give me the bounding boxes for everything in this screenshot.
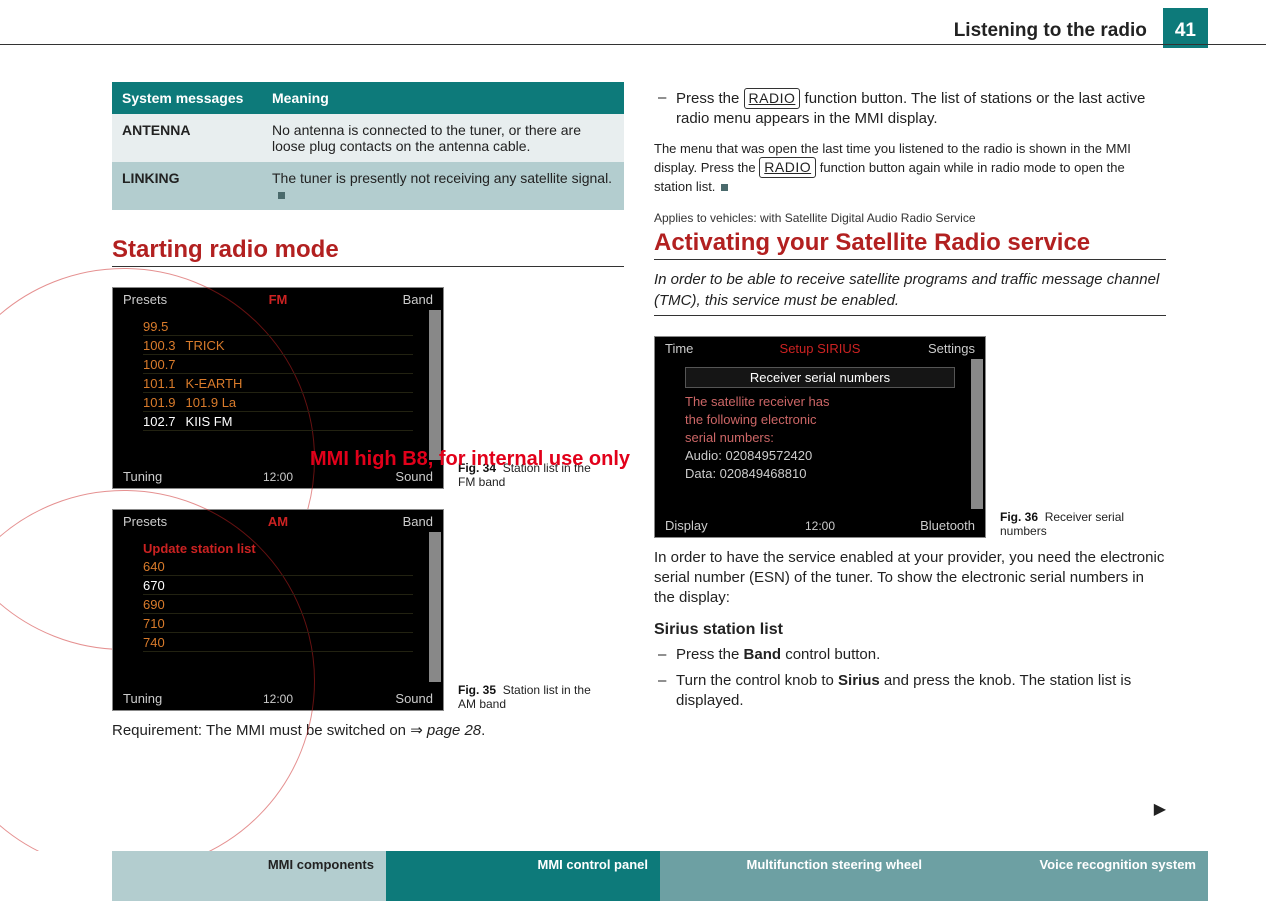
tab-mmi-components[interactable]: MMI components bbox=[112, 851, 386, 901]
table-row: LINKING The tuner is presently not recei… bbox=[112, 162, 624, 210]
section-intro: In order to be able to receive satellite… bbox=[654, 270, 1166, 316]
mmi-clock: 12:00 bbox=[113, 692, 443, 706]
fig36-screenshot: Time Setup SIRIUS Settings Display 12:00… bbox=[654, 336, 986, 538]
mmi-corner-settings: Settings bbox=[928, 341, 975, 356]
fig34-caption: Fig. 34 Station list in the FM band bbox=[458, 461, 608, 489]
system-messages-table: System mes­sages Meaning ANTENNA No ante… bbox=[112, 82, 624, 210]
mmi-band-label: FM bbox=[113, 292, 443, 307]
fig34-screenshot: Presets FM Band Tuning 12:00 Sound 99.5 … bbox=[112, 287, 444, 489]
instruction-item: Turn the control knob to Sirius and pres… bbox=[654, 671, 1166, 712]
subheading-sirius-station-list: Sirius station list bbox=[654, 621, 1166, 639]
mmi-dialog-title: Receiver serial numbers bbox=[685, 367, 955, 388]
continue-arrow-icon: ▶ bbox=[1154, 799, 1166, 819]
image-ref-tag bbox=[429, 310, 441, 460]
table-row-meaning: The tuner is presently not receiving any… bbox=[262, 162, 624, 210]
table-header-sysmsg: System mes­sages bbox=[112, 82, 262, 114]
left-column: System mes­sages Meaning ANTENNA No ante… bbox=[112, 82, 624, 819]
mmi-corner-bluetooth: Bluetooth bbox=[920, 518, 975, 533]
fig35-caption: Fig. 35 Station list in the AM band bbox=[458, 683, 608, 711]
mmi-corner-band: Band bbox=[403, 514, 433, 529]
right-column: Press the RADIO function button. The lis… bbox=[654, 82, 1166, 819]
tab-voice-recognition[interactable]: Voice recognition system bbox=[934, 851, 1208, 901]
instruction-item: Press the Band control button. bbox=[654, 645, 1166, 665]
tab-multifunction-wheel[interactable]: Multifunction steering wheel bbox=[660, 851, 934, 901]
mmi-corner-sound: Sound bbox=[395, 691, 433, 706]
instruction-item: Press the RADIO function button. The lis… bbox=[654, 88, 1166, 130]
section-heading-starting-radio: Starting radio mode bbox=[112, 236, 624, 267]
table-row-label: ANTENNA bbox=[112, 114, 262, 162]
fig36-caption: Fig. 36 Receiver serial numbers bbox=[1000, 510, 1150, 538]
table-row: ANTENNA No antenna is connected to the t… bbox=[112, 114, 624, 162]
image-ref-tag bbox=[429, 532, 441, 682]
radio-button-key: RADIO bbox=[759, 157, 816, 178]
section-end-marker-icon bbox=[721, 184, 728, 191]
footer-tabs: MMI components MMI control panel Multifu… bbox=[0, 851, 1266, 901]
mmi-corner-sound: Sound bbox=[395, 469, 433, 484]
section-end-marker-icon bbox=[278, 192, 285, 199]
applies-to-note: Applies to vehicles: with Satellite Digi… bbox=[654, 211, 1166, 225]
radio-button-key: RADIO bbox=[744, 88, 801, 109]
mmi-corner-band: Band bbox=[403, 292, 433, 307]
table-row-label: LINKING bbox=[112, 162, 262, 210]
image-ref-tag bbox=[971, 359, 983, 509]
page-number-badge: 41 bbox=[1163, 8, 1208, 48]
mmi-band-label: AM bbox=[113, 514, 443, 529]
mmi-clock: 12:00 bbox=[113, 470, 443, 484]
table-header-meaning: Meaning bbox=[262, 82, 624, 114]
section-heading-activating-sat: Activating your Satellite Radio service bbox=[654, 229, 1166, 260]
table-row-meaning: No antenna is connected to the tuner, or… bbox=[262, 114, 624, 162]
tab-mmi-control-panel[interactable]: MMI control panel bbox=[386, 851, 660, 901]
paragraph-text: The menu that was open the last time you… bbox=[654, 140, 1166, 196]
fig35-screenshot: Presets AM Band Tuning 12:00 Sound Updat… bbox=[112, 509, 444, 711]
paragraph-text: In order to have the service enabled at … bbox=[654, 548, 1166, 609]
